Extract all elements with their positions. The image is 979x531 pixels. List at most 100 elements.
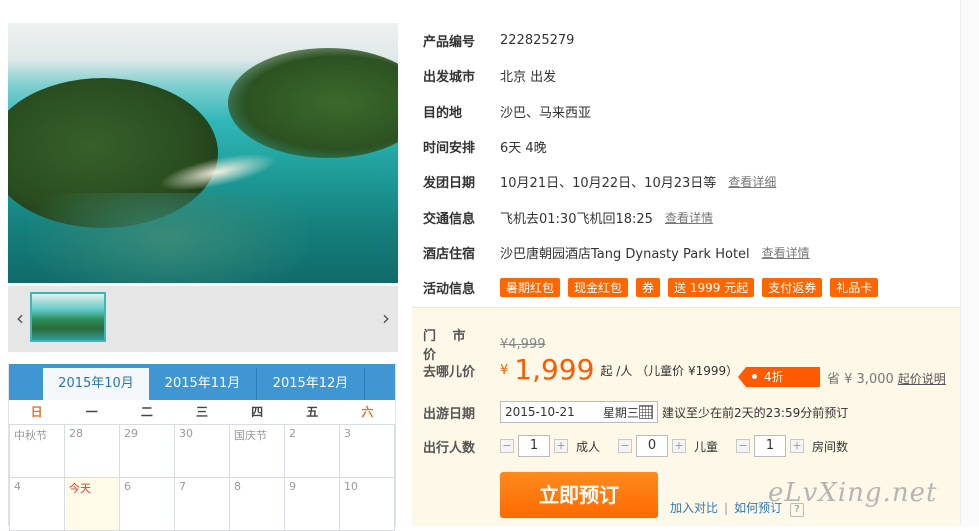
departure-calendar: 2015年10月 2015年11月 2015年12月 日 一 二 三 四 五 六… [8,364,396,531]
calendar-day[interactable]: 29 [120,425,174,477]
book-now-button[interactable]: 立即预订 [500,472,658,518]
hotel-details-link[interactable]: 查看详情 [762,244,810,261]
info-label: 时间安排 [423,141,476,157]
travel-date-field[interactable]: 2015-10-21 星期三 [500,401,658,423]
activity-tag[interactable]: 礼品卡 [830,278,879,298]
info-label: 出发城市 [423,70,476,86]
watermark: eLvXing.net [768,478,938,508]
price-currency: ¥ [500,362,509,378]
info-row-product-id: 产品编号 222825279 [412,23,960,58]
info-label: 活动信息 [423,282,476,298]
activity-tag[interactable]: 现金红包 [568,278,629,298]
calendar-day[interactable]: 2 [285,425,339,477]
thumbnail-strip: ‹ › [8,286,398,352]
qunar-price-row: 去哪儿价 ¥ 1,999 起 /人 （儿童价 ¥1999） 4折 省 ¥ 3,0… [412,354,960,387]
children-increment-button[interactable]: + [672,439,687,453]
children-input[interactable]: 0 [636,435,669,457]
rooms-increment-button[interactable]: + [790,439,805,453]
door-price-value: ¥4,999 [500,336,546,352]
savings-amount: 省 ¥ 3,000 [827,372,894,387]
photo-reef [28,193,308,283]
activity-tag[interactable]: 支付返券 [762,278,823,298]
info-label: 发团日期 [423,176,476,192]
schedule-value: 6天 4晚 [500,141,547,157]
tour-dates-details-link[interactable]: 查看详细 [728,173,776,190]
travel-date-row: 出游日期 2015-10-21 星期三 建议至少在前2天的23:59分前预订 [412,401,960,423]
weekday-fri: 五 [306,405,319,419]
destination-value: 沙巴、马来西亚 [500,105,592,121]
weekday-tue: 二 [140,405,153,419]
booking-deadline-hint: 建议至少在前2天的23:59分前预订 [662,405,849,420]
savings-text: 省 ¥ 3,000 起价说明 [827,368,946,387]
rooms-input[interactable]: 1 [754,435,787,457]
info-row-schedule: 时间安排 6天 4晚 [412,129,960,164]
rooms-label: 房间数 [812,439,849,454]
chevron-right-icon[interactable]: › [382,306,390,330]
adults-decrement-button[interactable]: − [500,439,514,453]
children-decrement-button[interactable]: − [618,439,633,453]
activity-tags: 暑期红包 现金红包券送 1999 元起 支付返券 礼品卡 [500,278,886,298]
travelers-row: 出行人数 − 1 + 成人 − 0 + 儿童 − 1 + 房间数 [412,435,960,457]
rooms-stepper: − 1 + [736,435,805,457]
link-separator: | [724,501,729,515]
calendar-icon[interactable] [638,405,653,419]
tab-2015-11[interactable]: 2015年11月 [149,368,257,400]
adults-stepper: − 1 + [500,435,568,457]
children-label: 儿童 [694,439,719,454]
photo-island-right [228,48,398,158]
adults-input[interactable]: 1 [518,435,550,457]
chevron-left-icon[interactable]: ‹ [16,306,24,330]
weekday-sat: 六 [361,405,374,419]
info-row-hotel: 酒店住宿 沙巴唐朝园酒店Tang Dynasty Park Hotel 查看详情 [412,235,960,270]
adults-increment-button[interactable]: + [554,439,568,453]
info-row-transport: 交通信息 飞机去01:30飞机回18:25 查看详情 [412,199,960,234]
calendar-day[interactable]: 中秋节 [10,425,64,477]
calendar-day[interactable]: 30 [175,425,229,477]
calendar-day[interactable]: 9 [285,478,339,530]
calendar-day[interactable]: 4 [10,478,64,530]
rooms-decrement-button[interactable]: − [736,439,751,453]
weekday-thu: 四 [251,405,264,419]
thumbnail-image[interactable] [30,292,106,342]
travelers-label: 出行人数 [423,440,476,456]
weekday-mon: 一 [85,405,98,419]
calendar-day[interactable]: 国庆节 [230,425,284,477]
info-row-tour-dates: 发团日期 10月21日、10月22日、10月23日等 查看详细 [412,164,960,199]
calendar-day[interactable]: 6 [120,478,174,530]
hotel-value: 沙巴唐朝园酒店Tang Dynasty Park Hotel [500,246,750,262]
tab-2015-12[interactable]: 2015年12月 [257,368,365,400]
calendar-day[interactable]: 3 [340,425,394,477]
info-row-departure-city: 出发城市 北京 出发 [412,58,960,93]
transport-value: 飞机去01:30飞机回18:25 [500,211,653,227]
info-label: 产品编号 [423,35,476,51]
page-right-edge [960,0,979,526]
calendar-day[interactable]: 8 [230,478,284,530]
add-to-compare-link[interactable]: 加入对比 [670,501,718,515]
main-photo [8,23,398,283]
tab-2015-10[interactable]: 2015年10月 [43,368,149,400]
activity-tag[interactable]: 送 1999 元起 [668,278,755,298]
weekday-wed: 三 [195,405,208,419]
calendar-day[interactable]: 10 [340,478,394,530]
calendar-month-tabs: 2015年10月 2015年11月 2015年12月 [9,364,395,400]
calendar-day[interactable]: 28 [65,425,119,477]
info-label: 酒店住宿 [423,246,476,262]
travel-date-label: 出游日期 [423,406,476,422]
price-explanation-link[interactable]: 起价说明 [898,372,946,386]
transport-details-link[interactable]: 查看详情 [665,209,713,226]
calendar-grid: 中秋节 28 29 30 国庆节 2 3 4 今天 6 7 8 9 10 [9,424,395,531]
departure-city-value: 北京 出发 [500,70,557,86]
calendar-day[interactable]: 7 [175,478,229,530]
qunar-price-label: 去哪儿价 [423,364,476,380]
activity-tag[interactable]: 券 [636,278,661,298]
info-label: 目的地 [423,105,463,121]
travel-date-value: 2015-10-21 [505,405,575,419]
calendar-weekdays: 日 一 二 三 四 五 六 [9,400,395,424]
product-id-value: 222825279 [500,33,575,49]
calendar-day-today[interactable]: 今天 [65,478,119,530]
product-info: 产品编号 222825279 出发城市 北京 出发 目的地 沙巴、马来西亚 时间… [412,23,960,305]
activity-tag[interactable]: 暑期红包 [500,278,561,298]
children-stepper: − 0 + [618,435,687,457]
discount-badge: 4折 [738,367,820,387]
travel-weekday-value: 星期三 [602,405,639,420]
